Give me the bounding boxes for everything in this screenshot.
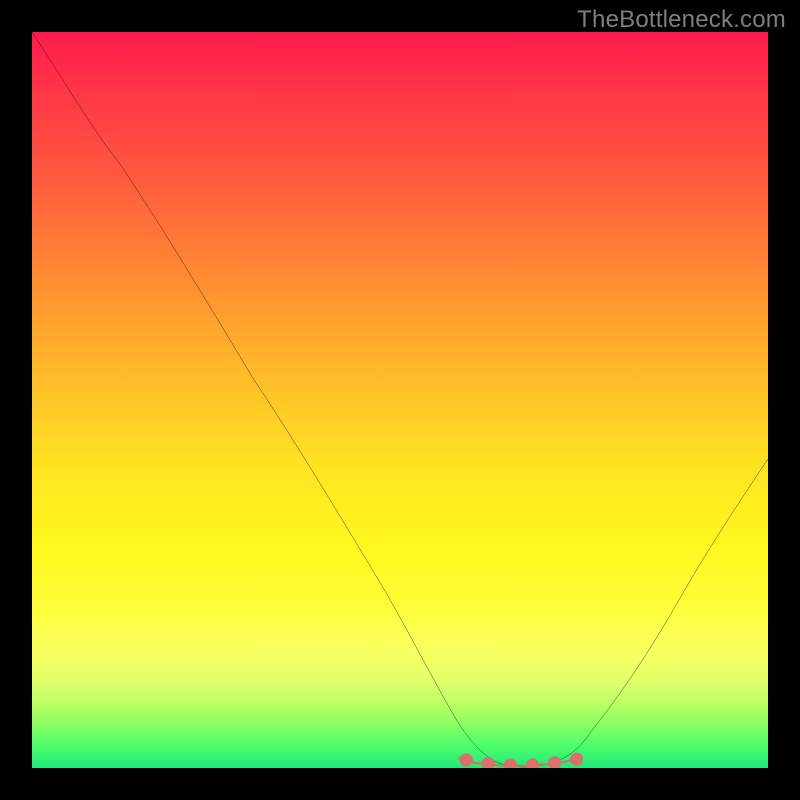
optimal-range-dot bbox=[548, 756, 561, 768]
optimal-range-dot bbox=[526, 758, 539, 768]
optimal-range-dot bbox=[482, 757, 495, 768]
plot-area bbox=[32, 32, 768, 768]
chart-svg bbox=[32, 32, 768, 768]
optimal-range-dot bbox=[460, 753, 473, 766]
optimal-range-dot bbox=[504, 758, 517, 768]
bottleneck-curve-line bbox=[32, 32, 768, 767]
chart-frame: TheBottleneck.com bbox=[0, 0, 800, 800]
watermark-text: TheBottleneck.com bbox=[577, 6, 786, 34]
optimal-range-dot bbox=[570, 753, 583, 766]
